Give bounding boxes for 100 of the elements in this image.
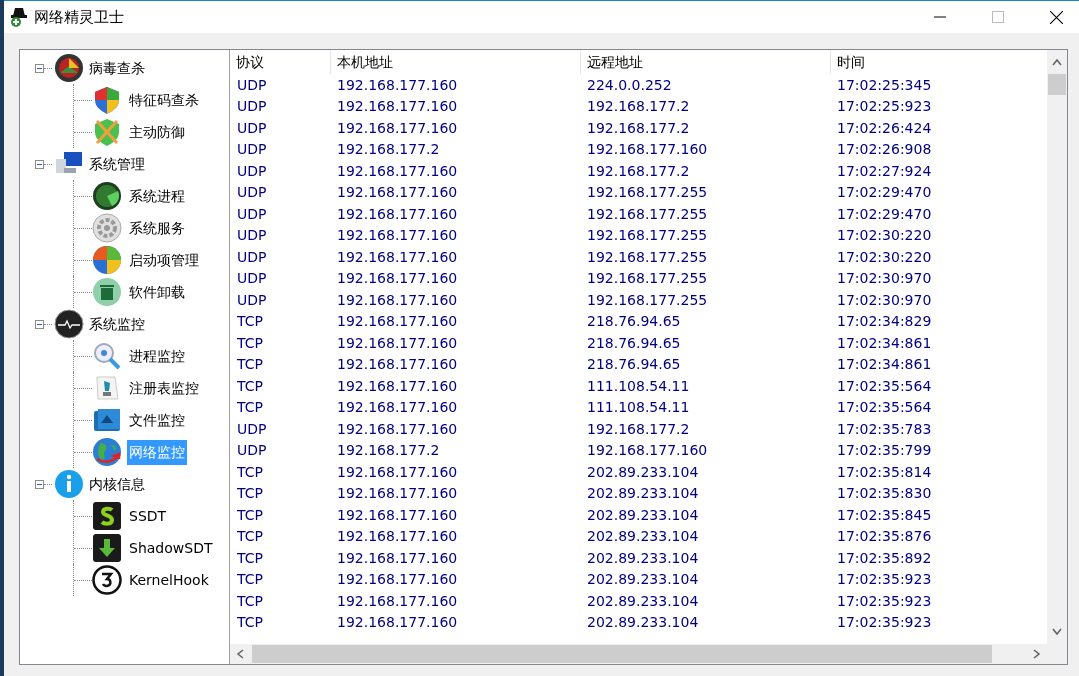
table-cell-text: 218.76.94.65 [586, 355, 682, 374]
tree-item[interactable]: KernelHook [127, 567, 211, 593]
shield-icon [92, 117, 122, 147]
table-cell-text: 17:02:35:923 [836, 613, 933, 632]
scrollbar-thumb[interactable] [1048, 74, 1066, 95]
scrollbar-thumb[interactable] [252, 645, 992, 663]
table-cell-text: 192.168.177.160 [336, 204, 459, 223]
table-cell-text: 192.168.177.160 [336, 355, 459, 374]
tree-item[interactable]: ShadowSDT [127, 535, 215, 561]
tree-item[interactable]: 系统服务 [127, 215, 187, 241]
tree-item[interactable]: 特征码查杀 [127, 87, 201, 113]
table-cell-text: 192.168.177.160 [336, 183, 459, 202]
table-cell-text: 202.89.233.104 [586, 613, 700, 632]
table-cell-text: 192.168.177.160 [336, 570, 459, 589]
table-cell-text: 192.168.177.160 [336, 591, 459, 610]
table-cell-text: 202.89.233.104 [586, 570, 700, 589]
table-cell-text: 192.168.177.2 [336, 140, 441, 159]
table-cell-text: 192.168.177.160 [336, 312, 459, 331]
tree-item[interactable]: 进程监控 [127, 343, 187, 369]
table-cell-text: 192.168.177.160 [336, 484, 459, 503]
table-cell-text: UDP [236, 441, 268, 460]
table-cell-text: TCP [236, 355, 264, 374]
globe-icon [92, 437, 122, 467]
table-cell-text: 192.168.177.160 [586, 140, 709, 159]
table-cell-text: 192.168.177.160 [336, 161, 459, 180]
table-cell-text: TCP [236, 570, 264, 589]
horizontal-scrollbar[interactable] [230, 644, 1067, 664]
tree-item[interactable]: SSDT [127, 503, 169, 529]
tree-item[interactable]: 主动防御 [127, 119, 187, 145]
table-cell-text: 17:02:30:220 [836, 226, 933, 245]
table-cell-text: 192.168.177.255 [586, 183, 709, 202]
table-cell-text: 192.168.177.255 [586, 290, 709, 309]
scroll-right-icon[interactable] [1033, 649, 1041, 659]
table-cell-text: 192.168.177.160 [336, 269, 459, 288]
tree-item[interactable]: 系统进程 [127, 183, 187, 209]
orb-icon [92, 245, 122, 275]
table-cell-text: 17:02:35:923 [836, 591, 933, 610]
table-cell-text: 17:02:34:861 [836, 333, 933, 352]
collapse-toggle-icon[interactable] [35, 479, 44, 489]
scroll-left-icon[interactable] [236, 649, 244, 659]
table-cell-text: 192.168.177.160 [336, 75, 459, 94]
tree-item[interactable]: 注册表监控 [127, 375, 201, 401]
table-cell-text: 192.168.177.160 [336, 376, 459, 395]
table-cell-text: UDP [236, 204, 268, 223]
pulse-icon [54, 309, 84, 339]
scroll-down-icon[interactable] [1052, 628, 1062, 636]
table-cell-text: TCP [236, 398, 264, 417]
tree-item[interactable]: 文件监控 [127, 407, 187, 433]
vertical-scrollbar[interactable] [1047, 50, 1067, 644]
table-cell-text: 192.168.177.160 [336, 118, 459, 137]
tree-item[interactable]: 内核信息 [87, 471, 147, 497]
table-cell-text: TCP [236, 333, 264, 352]
magnifier-icon [92, 341, 122, 371]
tree-item[interactable]: 系统监控 [87, 311, 147, 337]
table-cell-text: 202.89.233.104 [586, 505, 700, 524]
close-icon[interactable] [1049, 10, 1063, 24]
table-cell-text: 218.76.94.65 [586, 312, 682, 331]
table-cell-text: 192.168.177.160 [336, 398, 459, 417]
tree-item[interactable]: 系统管理 [87, 151, 147, 177]
table-cell-text: 192.168.177.160 [336, 333, 459, 352]
table-cell-text: UDP [236, 290, 268, 309]
gear-icon [92, 213, 122, 243]
collapse-toggle-icon[interactable] [35, 159, 44, 169]
table-cell-text: 192.168.177.160 [336, 505, 459, 524]
shield-icon [92, 85, 122, 115]
tree-item[interactable]: 软件卸载 [127, 279, 187, 305]
table-cell-text: 111.108.54.11 [586, 376, 691, 395]
app-icon [8, 6, 30, 28]
table-cell-text: 192.168.177.2 [336, 441, 441, 460]
table-cell-text: TCP [236, 613, 264, 632]
table-cell-text: 202.89.233.104 [586, 527, 700, 546]
window-title: 网络精灵卫士 [34, 6, 124, 28]
radar-icon [54, 53, 84, 83]
tree-item[interactable]: 启动项管理 [127, 247, 201, 273]
scroll-up-icon[interactable] [1052, 58, 1062, 66]
column-header[interactable]: 本机地址 [331, 51, 393, 73]
collapse-toggle-icon[interactable] [35, 63, 44, 73]
column-header[interactable]: 时间 [831, 51, 865, 73]
table-cell-text: 192.168.177.160 [336, 613, 459, 632]
table-cell-text: 17:02:35:799 [836, 441, 933, 460]
column-header[interactable]: 协议 [230, 51, 264, 73]
table-cell-text: 17:02:35:564 [836, 398, 933, 417]
table-cell-text: 192.168.177.255 [586, 204, 709, 223]
tree-item[interactable]: 病毒查杀 [87, 55, 147, 81]
table-cell-text: 202.89.233.104 [586, 591, 700, 610]
table-cell-text: 192.168.177.160 [336, 527, 459, 546]
collapse-toggle-icon[interactable] [35, 319, 44, 329]
table-cell-text: 17:02:34:861 [836, 355, 933, 374]
table-cell-text: 192.168.177.160 [336, 462, 459, 481]
table-cell-text: 17:02:26:908 [836, 140, 933, 159]
table-cell-text: 17:02:35:876 [836, 527, 933, 546]
table-cell-text: UDP [236, 140, 268, 159]
table-cell-text: 17:02:27:924 [836, 161, 933, 180]
table-cell-text: 17:02:25:923 [836, 97, 933, 116]
column-header[interactable]: 远程地址 [581, 51, 643, 73]
table-cell-text: TCP [236, 548, 264, 567]
table-cell-text: TCP [236, 484, 264, 503]
table-cell-text: 17:02:29:470 [836, 183, 933, 202]
table-cell-text: 17:02:35:830 [836, 484, 933, 503]
table-cell-text: 192.168.177.255 [586, 247, 709, 266]
